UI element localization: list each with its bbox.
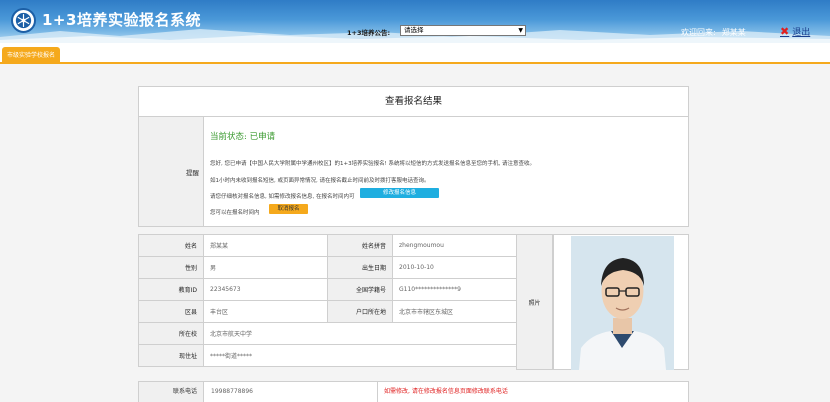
welcome-label: 欢迎回来:	[681, 28, 716, 37]
welcome-text: 欢迎回来: 郑某某	[681, 27, 746, 38]
logout-label: 退出	[792, 28, 811, 38]
reminder-line-2: 如1小时内未收到报名短信, 或页面异常情况, 请在报名截止时间前及时拨打客服电话…	[210, 178, 430, 184]
birth-label: 出生日期	[327, 256, 393, 279]
application-status: 当前状态: 已申请	[210, 132, 276, 142]
system-title: 1+3培养实验报名系统	[42, 11, 201, 29]
school-value: 北京市航天中学	[203, 322, 553, 345]
contact-row: 联系电话 19988778896 如需修改, 请在修改报名信息页面修改联系电话	[138, 381, 689, 402]
edu-id-label: 教育ID	[138, 278, 204, 301]
address-label: 现住址	[138, 344, 204, 367]
edit-registration-button[interactable]: 修改报名信息	[360, 188, 439, 198]
table-row: 姓名 郑某某 姓名拼音 zhengmoumou	[138, 234, 553, 257]
chevron-down-icon: ▼	[518, 27, 523, 34]
notice-select-value: 请选择	[404, 26, 424, 34]
student-info-table: 姓名 郑某某 姓名拼音 zhengmoumou 性别 男 出生日期 2010-1…	[138, 234, 553, 367]
photo-label: 照片	[516, 234, 553, 370]
student-no-label: 全国学籍号	[327, 278, 393, 301]
district-label: 区县	[138, 300, 204, 323]
panel-title: 查看报名结果	[139, 87, 688, 117]
close-icon: ✖	[780, 24, 790, 38]
tab-city-school-registration[interactable]: 市级实验学校报名	[2, 47, 61, 64]
reminder-line-1: 您好, 您已申请【中国人民大学附属中学通州校区】的1+3培养实验报名! 系统将以…	[210, 161, 536, 167]
reminder-label-text: 提醒	[186, 168, 199, 177]
contact-note: 如需修改, 请在修改报名信息页面修改联系电话	[377, 382, 690, 402]
reminder-section: 提醒 当前状态: 已申请 您好, 您已申请【中国人民大学附属中学通州校区】的1+…	[139, 117, 688, 226]
table-row: 教育ID 22345673 全国学籍号 G110**************9	[138, 278, 553, 301]
pinyin-label: 姓名拼音	[327, 234, 393, 257]
header-banner: 1+3培养实验报名系统 1+3培养公告: 请选择 ▼ 欢迎回来: 郑某某 ✖ 退出	[0, 0, 830, 43]
table-row: 所在校 北京市航天中学	[138, 322, 553, 345]
school-label: 所在校	[138, 322, 204, 345]
system-logo	[11, 8, 36, 33]
table-row: 区县 丰台区 户口所在地 北京市市辖区东城区	[138, 300, 553, 323]
edu-id-value: 22345673	[203, 278, 328, 301]
reminder-line-4: 您可以在报名时间内	[210, 210, 260, 216]
district-value: 丰台区	[203, 300, 328, 323]
student-photo	[571, 236, 674, 370]
logout-button[interactable]: ✖ 退出	[780, 24, 811, 39]
name-value: 郑某某	[203, 234, 328, 257]
portrait-placeholder-icon	[571, 236, 674, 370]
cancel-registration-button[interactable]: 取消报名	[269, 204, 308, 214]
reminder-line-3: 请您仔细核对报名信息, 如需修改报名信息, 在报名时间内可	[210, 194, 355, 200]
gender-label: 性别	[138, 256, 204, 279]
tab-bar: 市级实验学校报名	[0, 43, 830, 64]
hukou-label: 户口所在地	[327, 300, 393, 323]
contact-label: 联系电话	[139, 382, 204, 402]
address-value: *****街道*****	[203, 344, 553, 367]
table-row: 现住址 *****街道*****	[138, 344, 553, 367]
notice-label: 1+3培养公告:	[347, 29, 391, 37]
notice-select[interactable]: 请选择 ▼	[400, 25, 526, 36]
contact-value: 19988778896	[211, 388, 253, 395]
reminder-label: 提醒	[139, 117, 204, 226]
user-name: 郑某某	[721, 28, 746, 37]
name-label: 姓名	[138, 234, 204, 257]
gender-value: 男	[203, 256, 328, 279]
photo-cell	[553, 234, 689, 370]
table-row: 性别 男 出生日期 2010-10-10	[138, 256, 553, 279]
result-panel: 查看报名结果 提醒 当前状态: 已申请 您好, 您已申请【中国人民大学附属中学通…	[138, 86, 689, 227]
